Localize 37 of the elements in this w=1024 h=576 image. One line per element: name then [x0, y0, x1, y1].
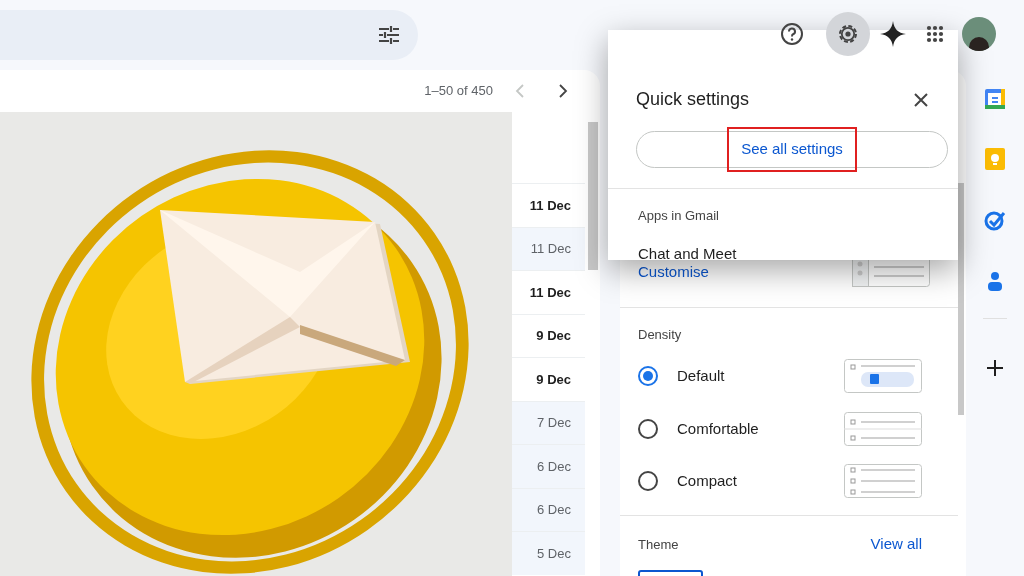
radio-button[interactable] — [638, 366, 658, 387]
radio-button[interactable] — [638, 418, 658, 439]
density-option-label[interactable]: Compact — [677, 470, 738, 493]
add-icon[interactable] — [987, 360, 1003, 376]
settings-button[interactable] — [826, 12, 870, 56]
date-cell: 11 Dec — [512, 226, 585, 270]
theme-heading: Theme — [638, 535, 679, 554]
task-check-icon[interactable] — [984, 209, 1006, 231]
apps-grid-icon[interactable] — [926, 25, 944, 43]
date-cell: 5 Dec — [512, 531, 585, 575]
help-icon[interactable] — [780, 22, 804, 46]
density-option-label[interactable]: Comfortable — [677, 417, 759, 440]
density-preview-icon — [844, 411, 922, 446]
density-preview-icon — [844, 359, 922, 394]
scrollbar[interactable] — [587, 122, 598, 270]
date-cell: 7 Dec — [512, 400, 585, 444]
quick-settings-title: Quick settings — [636, 88, 750, 111]
density-heading: Density — [638, 326, 683, 344]
radio-button[interactable] — [638, 471, 658, 492]
sparkle-icon[interactable] — [880, 21, 906, 47]
scrollbar[interactable] — [958, 183, 964, 415]
density-option-label[interactable]: Default — [677, 365, 725, 388]
filter-icon[interactable] — [378, 25, 400, 45]
person-icon[interactable] — [986, 271, 1004, 291]
density-preview-icon — [844, 464, 922, 499]
date-cell: 6 Dec — [512, 444, 585, 488]
view-all-link[interactable]: View all — [870, 533, 922, 556]
next-page-icon[interactable] — [558, 84, 568, 98]
close-icon[interactable] — [914, 92, 928, 107]
avatar[interactable] — [962, 17, 996, 51]
calendar-icon[interactable] — [984, 88, 1006, 110]
page-range: 1–50 of 450 — [424, 82, 493, 101]
date-cell: 6 Dec — [512, 487, 585, 531]
chat-and-meet-label: Chat and Meet — [638, 243, 738, 264]
customise-link[interactable]: Customise — [638, 261, 709, 284]
settings-icon[interactable] — [836, 22, 860, 46]
apps-heading: Apps in Gmail — [638, 207, 720, 225]
